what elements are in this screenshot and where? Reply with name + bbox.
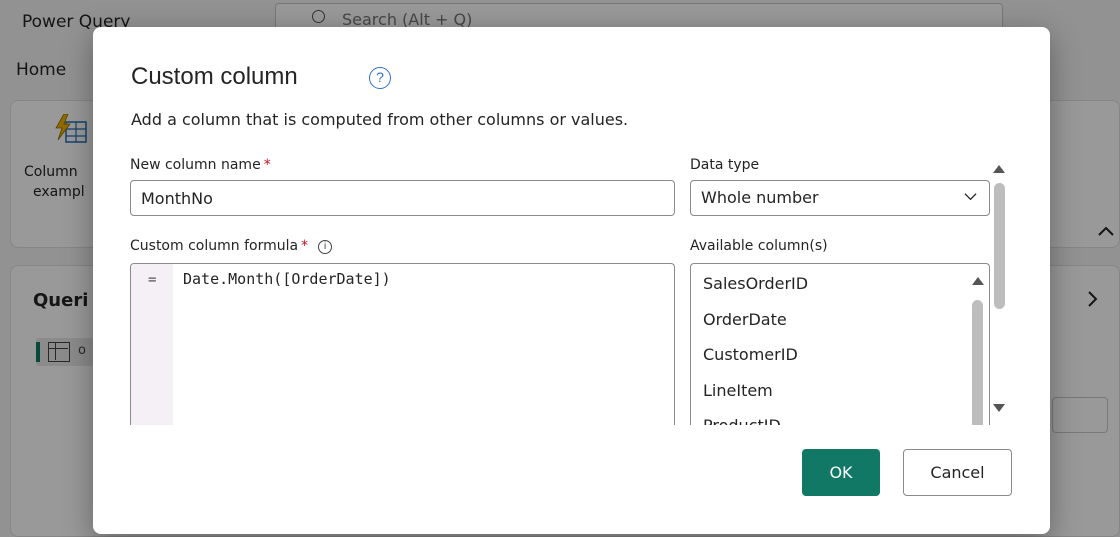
new-column-name-input[interactable] xyxy=(130,180,675,216)
list-item[interactable]: LineItem xyxy=(703,381,773,400)
dialog-description: Add a column that is computed from other… xyxy=(131,110,629,129)
formula-text[interactable]: Date.Month([OrderDate]) xyxy=(183,270,391,288)
formula-editor[interactable]: = Date.Month([OrderDate]) xyxy=(130,263,675,425)
scroll-up-arrow[interactable] xyxy=(993,165,1005,173)
data-type-select[interactable]: Whole number xyxy=(690,180,990,216)
info-icon[interactable]: i xyxy=(318,240,333,254)
available-columns-label: Available column(s) xyxy=(690,238,828,254)
list-scrollbar-thumb[interactable] xyxy=(972,300,983,425)
list-scroll-up-arrow[interactable] xyxy=(972,277,984,285)
required-marker: * xyxy=(301,238,309,254)
data-type-selected-value: Whole number xyxy=(701,188,819,207)
scroll-down-arrow[interactable] xyxy=(993,404,1005,412)
available-columns-list[interactable]: SalesOrderID OrderDate CustomerID LineIt… xyxy=(690,263,990,425)
custom-column-dialog: Custom column ? Add a column that is com… xyxy=(93,27,1050,534)
formula-gutter-equals: = xyxy=(148,272,157,288)
formula-label: Custom column formula * i xyxy=(130,238,333,254)
ok-button[interactable]: OK xyxy=(802,449,880,496)
dialog-title: Custom column xyxy=(131,63,298,90)
help-circle-icon[interactable]: ? xyxy=(369,67,391,89)
list-item[interactable]: ProductID xyxy=(703,416,781,425)
list-item[interactable]: CustomerID xyxy=(703,345,798,364)
formula-label-text: Custom column formula xyxy=(130,238,299,254)
list-item[interactable]: SalesOrderID xyxy=(703,274,808,293)
required-marker: * xyxy=(263,157,271,173)
new-column-name-label: New column name * xyxy=(130,157,271,173)
formula-gutter xyxy=(131,264,173,425)
cancel-button[interactable]: Cancel xyxy=(903,449,1012,496)
list-item[interactable]: OrderDate xyxy=(703,310,787,329)
scrollbar-thumb[interactable] xyxy=(994,183,1005,309)
data-type-label: Data type xyxy=(690,157,760,173)
new-column-name-label-text: New column name xyxy=(130,157,261,173)
chevron-down-icon xyxy=(964,193,977,201)
